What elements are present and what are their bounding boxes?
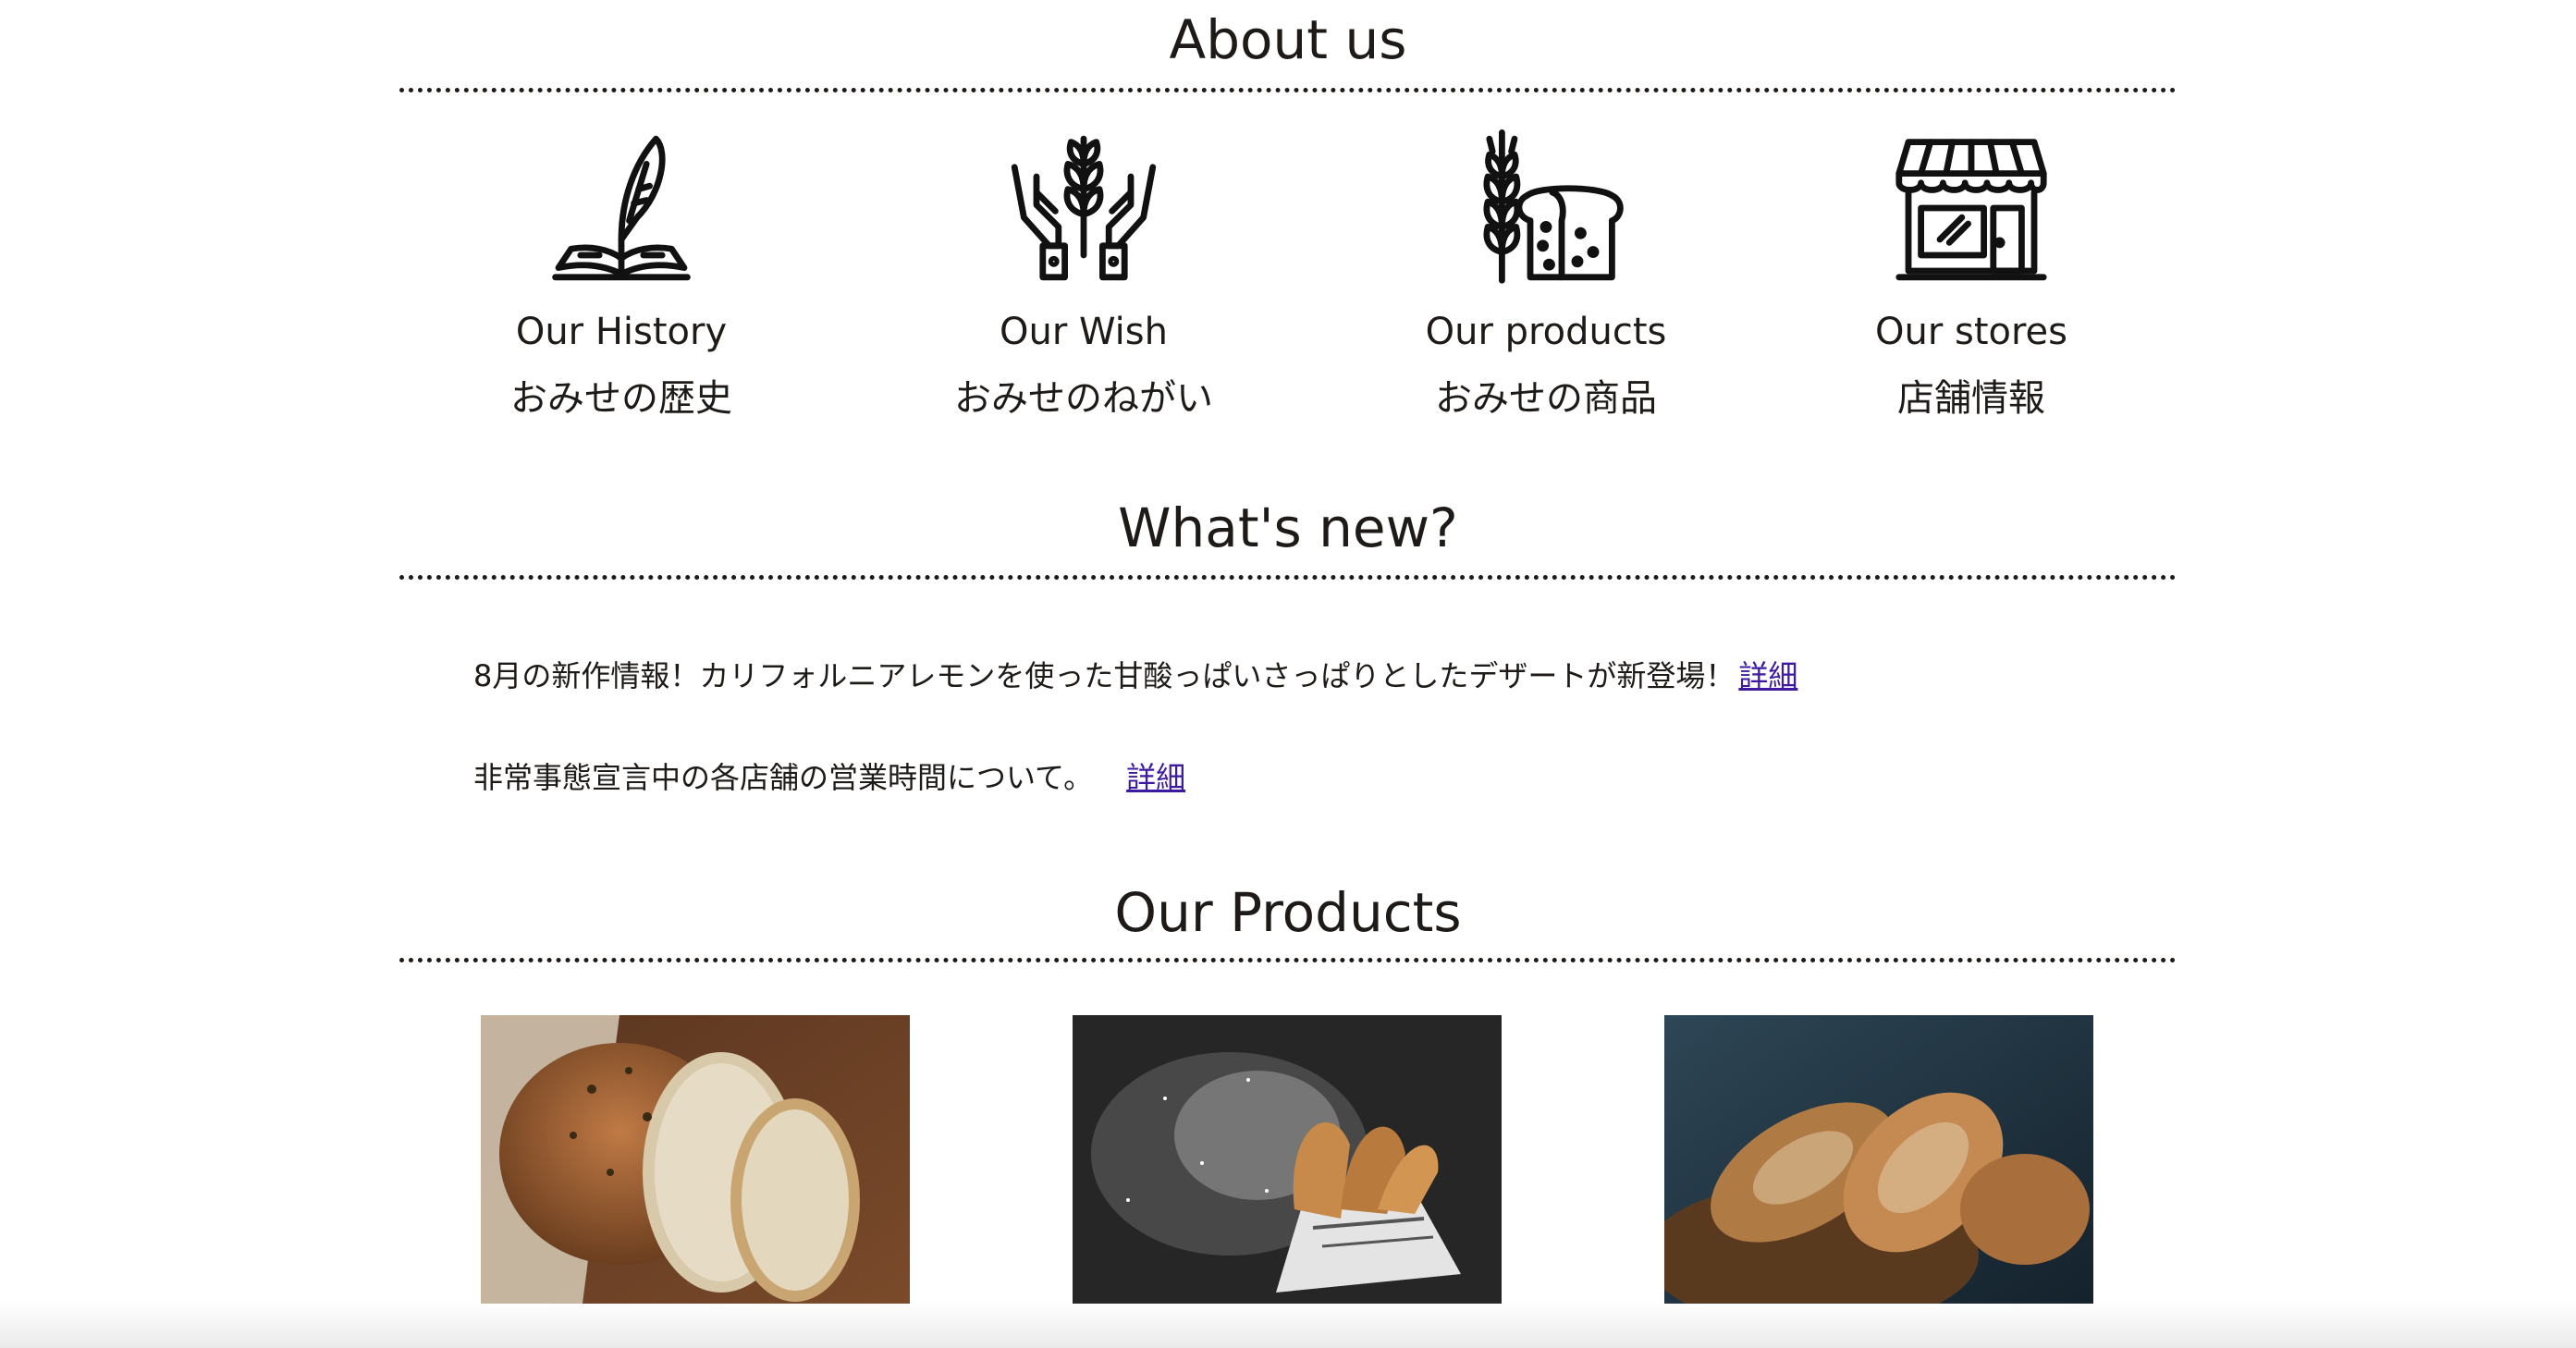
products-grid — [399, 1015, 2177, 1304]
news-detail-link[interactable]: 詳細 — [1126, 760, 1185, 795]
about-grid: Our History おみせの歴史 Our Wish おみせのねがい Our … — [399, 129, 2177, 435]
book-quill-icon — [543, 129, 700, 287]
about-item-products[interactable]: Our products おみせの商品 — [1352, 129, 1740, 422]
product-card-rustic-bread[interactable] — [1664, 1015, 2093, 1304]
rustic-bread-basket-photo — [1664, 1015, 2093, 1304]
news-section-title: What's new? — [1118, 496, 1458, 559]
about-item-ja-label: おみせの商品 — [1435, 377, 1657, 420]
bottom-shadow — [0, 1302, 2576, 1348]
about-section-title: About us — [1169, 8, 1407, 71]
news-item: 非常事態宣言中の各店舗の営業時間について。 詳細 — [473, 754, 2138, 801]
storefront-icon — [1893, 129, 2050, 287]
about-item-en-label: Our products — [1425, 311, 1667, 353]
hands-wheat-icon — [1005, 129, 1162, 287]
sliced-seeded-bread-photo — [481, 1015, 910, 1304]
about-item-en-label: Our History — [515, 311, 728, 353]
news-item: 8月の新作情報！カリフォルニアレモンを使った甘酸っぱいさっぱりとしたデザートが新… — [473, 653, 2138, 699]
products-divider — [399, 958, 2177, 962]
about-item-ja-label: 店舗情報 — [1897, 377, 2045, 420]
about-divider — [399, 88, 2177, 92]
news-item-text: 8月の新作情報！カリフォルニアレモンを使った甘酸っぱいさっぱりとしたデザートが新… — [473, 658, 1736, 693]
product-card-churros[interactable] — [1073, 1015, 1502, 1304]
about-item-en-label: Our stores — [1874, 311, 2067, 353]
churros-with-sugar-photo — [1073, 1015, 1502, 1304]
about-item-wish[interactable]: Our Wish おみせのねがい — [889, 129, 1278, 422]
products-section-title: Our Products — [1114, 881, 1462, 944]
about-item-ja-label: おみせのねがい — [954, 377, 1213, 420]
wheat-bread-icon — [1467, 129, 1625, 287]
news-divider — [399, 575, 2177, 580]
about-item-stores[interactable]: Our stores 店舗情報 — [1777, 129, 2165, 422]
about-item-history[interactable]: Our History おみせの歴史 — [427, 129, 816, 422]
about-item-en-label: Our Wish — [1000, 311, 1168, 353]
news-item-text: 非常事態宣言中の各店舗の営業時間について。 — [473, 760, 1094, 795]
news-detail-link[interactable]: 詳細 — [1738, 658, 1797, 693]
product-card-sliced-bread[interactable] — [481, 1015, 910, 1304]
about-item-ja-label: おみせの歴史 — [510, 377, 732, 420]
news-list: 8月の新作情報！カリフォルニアレモンを使った甘酸っぱいさっぱりとしたデザートが新… — [473, 653, 2138, 856]
